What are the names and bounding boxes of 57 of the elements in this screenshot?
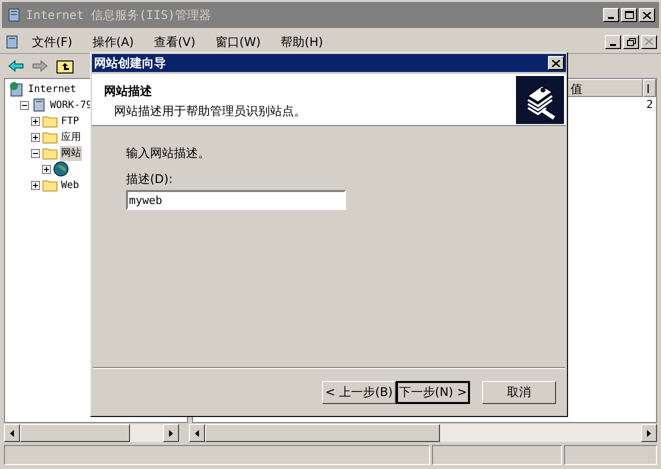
page-subtitle: 网站描述用于帮助管理员识别站点。 (113, 103, 307, 120)
left-arrow-icon (195, 430, 199, 436)
window-title: Internet 信息服务(IIS)管理器 (26, 7, 212, 24)
column-header[interactable]: 值 (567, 79, 644, 97)
menu-item[interactable]: 帮助(H) (276, 32, 328, 50)
plus-icon[interactable] (31, 132, 40, 142)
back-arrow-icon[interactable] (8, 60, 24, 72)
page-title: 网站描述 (104, 83, 153, 100)
menu-item[interactable]: 查看(V) (150, 32, 200, 50)
server-icon (9, 81, 25, 97)
minus-icon[interactable] (31, 148, 40, 158)
next-button[interactable]: 下一步(N) > (396, 380, 470, 404)
close-icon (552, 60, 560, 66)
minimize-button[interactable] (603, 8, 619, 22)
tree-item[interactable]: Internet (27, 82, 78, 96)
description-input[interactable]: myweb (126, 190, 346, 210)
horizontal-scrollbar[interactable] (189, 424, 657, 442)
restore-icon (626, 38, 636, 46)
menu-item[interactable]: 操作(A) (88, 32, 138, 50)
plus-icon[interactable] (42, 164, 51, 174)
column-header[interactable]: I (643, 79, 656, 97)
instruction-text: 输入网站描述。 (126, 145, 211, 162)
right-arrow-icon (169, 430, 173, 436)
horizontal-scrollbar[interactable] (4, 424, 179, 442)
right-arrow-icon (647, 430, 651, 436)
field-label: 描述(D): (126, 171, 174, 188)
maximize-button[interactable] (621, 8, 637, 22)
close-button[interactable] (548, 56, 564, 70)
minus-icon[interactable] (20, 100, 29, 110)
table-cell-text: 2 (645, 97, 654, 113)
left-arrow-icon (10, 430, 14, 436)
tree-item[interactable]: 网站 (60, 146, 82, 160)
tree-item[interactable]: Web (60, 178, 80, 192)
up-folder-icon[interactable] (56, 58, 74, 74)
close-button[interactable] (639, 8, 655, 22)
server-icon (4, 34, 20, 50)
globe-icon (53, 161, 69, 177)
tree-item[interactable]: FTP (60, 114, 80, 128)
plus-icon[interactable] (31, 116, 40, 126)
restore-button[interactable] (623, 34, 639, 48)
minimize-button[interactable] (605, 34, 621, 48)
back-button[interactable]: < 上一步(B) (322, 380, 396, 404)
computer-icon (31, 97, 47, 113)
close-button[interactable] (641, 34, 657, 48)
server-icon (6, 7, 22, 23)
forward-arrow-icon[interactable] (32, 60, 48, 72)
maximize-icon (624, 11, 634, 19)
close-icon (645, 38, 653, 45)
minimize-icon (608, 17, 614, 19)
minimize-icon (610, 44, 616, 46)
tree-item[interactable]: 应用 (60, 130, 82, 144)
close-icon (643, 12, 651, 18)
dialog-title: 网站创建向导 (94, 55, 167, 72)
plus-icon[interactable] (31, 180, 40, 190)
cancel-button[interactable]: 取消 (482, 380, 556, 404)
menu-item[interactable]: 窗口(W) (211, 32, 265, 50)
menu-item[interactable]: 文件(F) (28, 32, 76, 50)
